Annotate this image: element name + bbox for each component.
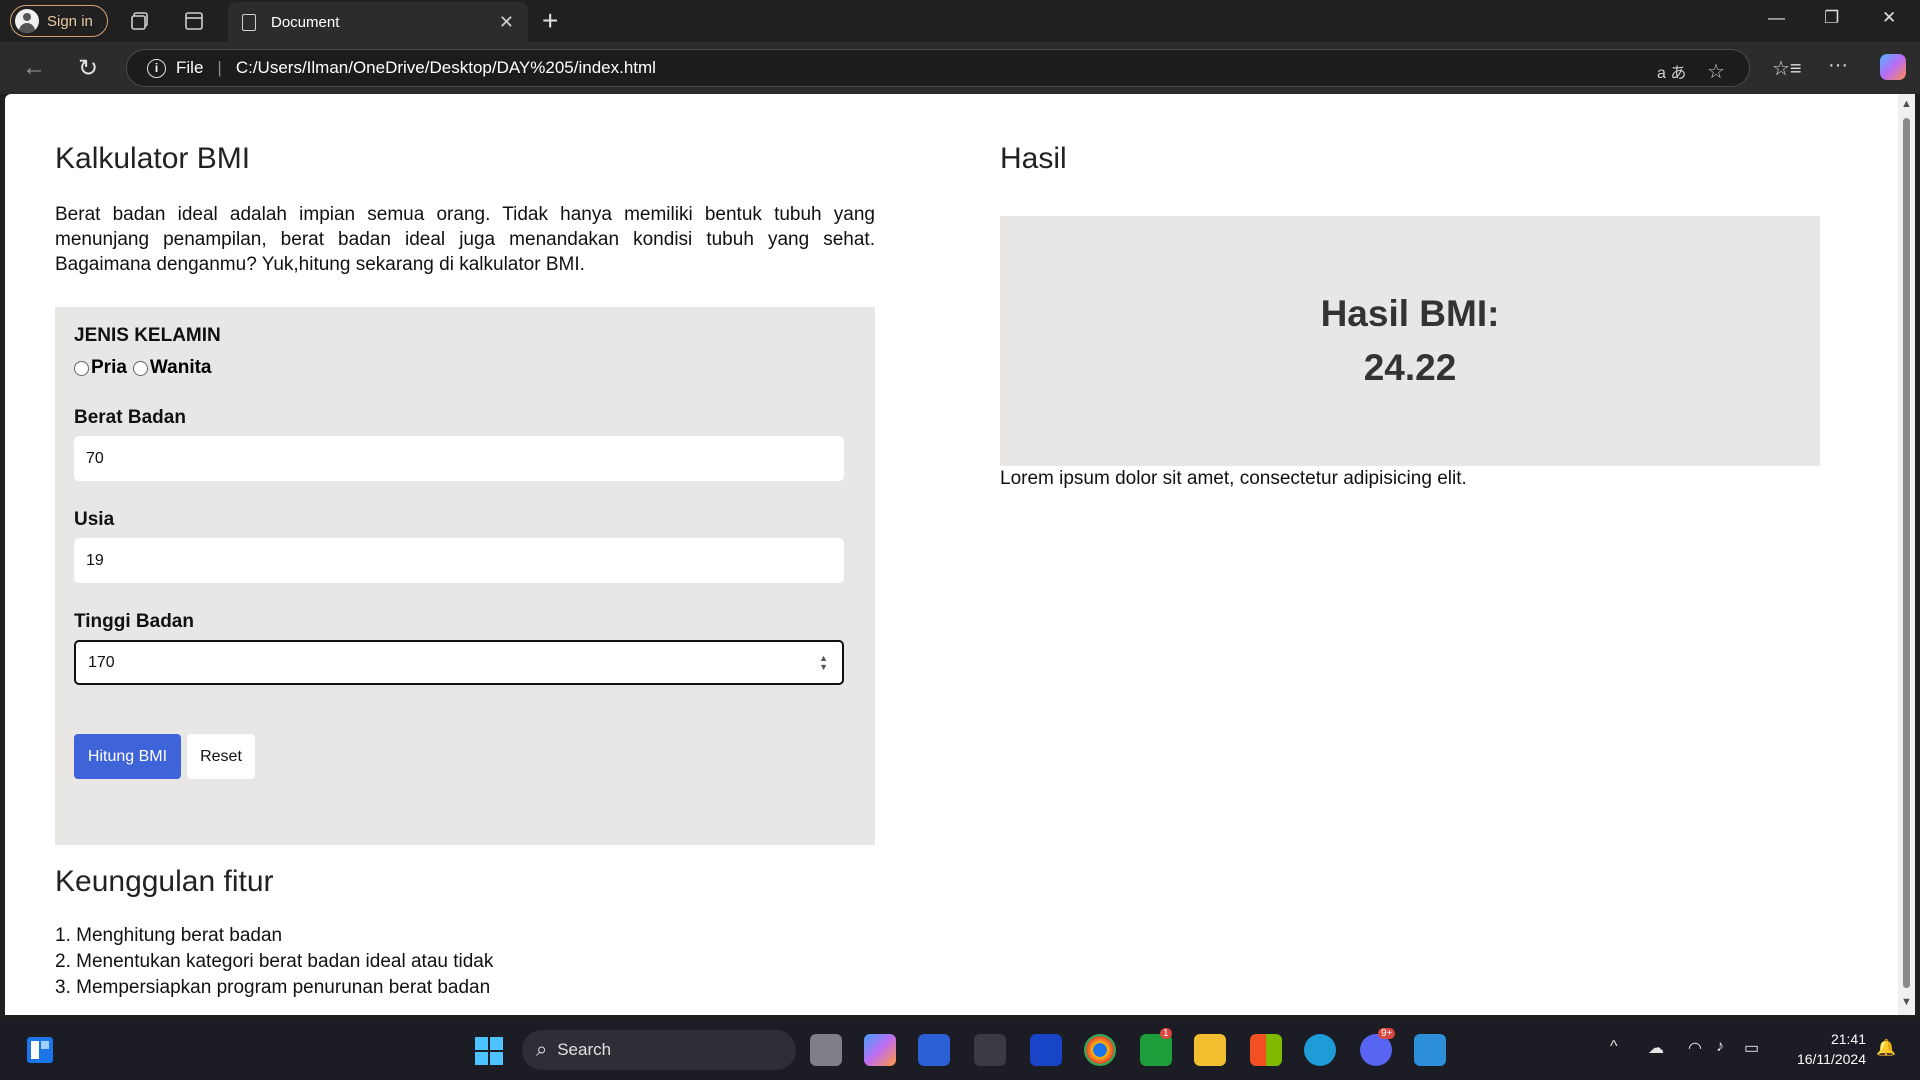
taskbar-search-label: Search xyxy=(557,1040,612,1059)
result-description: Lorem ipsum dolor sit amet, consectetur … xyxy=(1000,468,1467,489)
features-list: 1. Menghitung berat badan 2. Menentukan … xyxy=(55,923,875,1001)
radio-wanita-label[interactable]: Wanita xyxy=(150,357,212,379)
url-scheme-label: File xyxy=(176,58,204,77)
copilot-icon[interactable] xyxy=(1880,54,1906,80)
file-explorer-icon[interactable] xyxy=(1194,1034,1226,1066)
vscode-icon[interactable] xyxy=(1414,1034,1446,1066)
scroll-down-icon[interactable]: ▼ xyxy=(1901,996,1912,1008)
radio-pria-label[interactable]: Pria xyxy=(91,357,127,379)
result-label: Hasil BMI: xyxy=(1320,293,1500,334)
scroll-thumb[interactable] xyxy=(1903,118,1910,988)
read-aloud-icon[interactable]: a あ xyxy=(1657,59,1686,83)
close-window-icon[interactable]: ✕ xyxy=(1882,8,1896,28)
discord-badge: 9+ xyxy=(1378,1028,1396,1039)
sign-in-label: Sign in xyxy=(47,12,93,30)
xbox-badge: 1 xyxy=(1160,1028,1172,1039)
tray-overflow-icon[interactable]: ^ xyxy=(1610,1038,1618,1056)
form-buttons: Hitung BMI Reset xyxy=(74,734,856,779)
reset-button[interactable]: Reset xyxy=(187,734,255,779)
clock[interactable]: 21:41 16/11/2024 xyxy=(1786,1029,1866,1069)
page-scrollbar[interactable]: ▲ ▼ xyxy=(1898,94,1915,1015)
gender-label: JENIS KELAMIN xyxy=(74,325,221,346)
radio-pria[interactable] xyxy=(74,360,89,376)
list-item: 3. Mempersiapkan program penurunan berat… xyxy=(55,977,491,998)
list-item: 2. Menentukan kategori berat badan ideal… xyxy=(55,951,494,972)
url-text: C:/Users/Ilman/OneDrive/Desktop/DAY%205/… xyxy=(235,58,656,77)
address-bar[interactable]: i File | C:/Users/Ilman/OneDrive/Desktop… xyxy=(126,49,1750,87)
document-icon xyxy=(242,13,256,31)
result-box: Hasil BMI: 24.22 xyxy=(1000,216,1820,466)
copilot-taskbar-icon[interactable] xyxy=(864,1034,896,1066)
app-icon[interactable] xyxy=(974,1034,1006,1066)
onedrive-icon[interactable]: ☁ xyxy=(1648,1038,1664,1058)
weight-value: 70 xyxy=(86,449,104,467)
edge-icon[interactable] xyxy=(1304,1034,1336,1066)
weight-input[interactable]: 70 xyxy=(74,436,844,481)
result-title: Hasil xyxy=(1000,142,1067,175)
favorite-star-icon[interactable]: ☆ xyxy=(1707,59,1725,84)
tab-document[interactable]: Document ✕ xyxy=(228,2,528,42)
calculator-column: Kalkulator BMI Berat badan ideal adalah … xyxy=(55,94,875,1001)
workspaces-icon[interactable] xyxy=(128,9,152,33)
bmi-value: 24.22 xyxy=(1363,347,1457,388)
task-view-icon[interactable] xyxy=(810,1034,842,1066)
more-icon[interactable]: ··· xyxy=(1828,54,1848,77)
radio-wanita[interactable] xyxy=(132,360,148,376)
editor-app-icon[interactable] xyxy=(1030,1034,1062,1066)
features-title: Keunggulan fitur xyxy=(55,865,274,898)
tab-title: Document xyxy=(271,13,340,31)
result-column: Hasil Hasil BMI: 24.22 Lorem ipsum dolor… xyxy=(1000,94,1820,490)
battery-icon[interactable]: ▭ xyxy=(1744,1038,1759,1058)
weight-label: Berat Badan xyxy=(74,407,186,428)
restore-icon[interactable]: ❐ xyxy=(1824,8,1839,28)
list-item: 1. Menghitung berat badan xyxy=(55,925,283,946)
notification-bell-icon[interactable]: 🔔 xyxy=(1876,1038,1896,1058)
number-spinner-icon[interactable]: ▲ ▼ xyxy=(819,654,828,672)
page-title: Kalkulator BMI xyxy=(55,142,251,175)
refresh-icon[interactable]: ↻ xyxy=(78,54,98,83)
chrome-icon[interactable] xyxy=(1084,1034,1116,1066)
minimize-icon[interactable]: — xyxy=(1768,8,1785,28)
back-icon[interactable]: ← xyxy=(22,54,46,82)
calculate-bmi-button[interactable]: Hitung BMI xyxy=(74,734,181,779)
favorites-icon[interactable]: ☆≡ xyxy=(1772,56,1802,81)
scroll-up-icon[interactable]: ▲ xyxy=(1901,98,1912,110)
office-icon[interactable] xyxy=(1250,1034,1282,1066)
height-input[interactable]: 170 ▲ ▼ xyxy=(74,640,844,685)
height-value: 170 xyxy=(88,653,115,671)
new-tab-icon[interactable]: + xyxy=(542,5,558,37)
store-icon[interactable] xyxy=(918,1034,950,1066)
start-icon[interactable] xyxy=(474,1036,504,1066)
search-icon: ⌕ xyxy=(536,1038,548,1061)
close-tab-icon[interactable]: ✕ xyxy=(499,12,514,33)
gender-options: Pria Wanita xyxy=(74,357,856,379)
height-label: Tinggi Badan xyxy=(74,611,194,632)
sign-in-button[interactable]: Sign in xyxy=(10,5,108,37)
info-icon[interactable]: i xyxy=(147,58,166,78)
clock-date: 16/11/2024 xyxy=(1796,1051,1866,1067)
age-value: 19 xyxy=(86,551,104,569)
widgets-icon[interactable] xyxy=(26,1036,54,1064)
browser-titlebar: Sign in Document ✕ + — ❐ ✕ xyxy=(0,0,1920,42)
age-label: Usia xyxy=(74,509,115,530)
windows-taskbar: ⌕ Search 1 9+ ^ ☁ ◠ ♪ ▭ 21:41 16/11/2024… xyxy=(0,1020,1920,1080)
taskbar-search[interactable]: ⌕ Search xyxy=(522,1030,796,1070)
url-separator: | xyxy=(217,58,222,77)
browser-navbar: ← ↻ i File | C:/Users/Ilman/OneDrive/Des… xyxy=(0,42,1920,94)
age-input[interactable]: 19 xyxy=(74,538,844,583)
tab-actions-icon[interactable] xyxy=(182,9,206,33)
bmi-form: JENIS KELAMIN Pria Wanita Berat Badan 70… xyxy=(55,307,875,845)
page-viewport: Kalkulator BMI Berat badan ideal adalah … xyxy=(5,94,1898,1015)
avatar-icon xyxy=(15,9,39,33)
intro-paragraph: Berat badan ideal adalah impian semua or… xyxy=(55,204,875,275)
clock-time: 21:41 xyxy=(1830,1031,1866,1047)
volume-icon[interactable]: ♪ xyxy=(1716,1038,1724,1056)
wifi-icon[interactable]: ◠ xyxy=(1688,1038,1702,1058)
